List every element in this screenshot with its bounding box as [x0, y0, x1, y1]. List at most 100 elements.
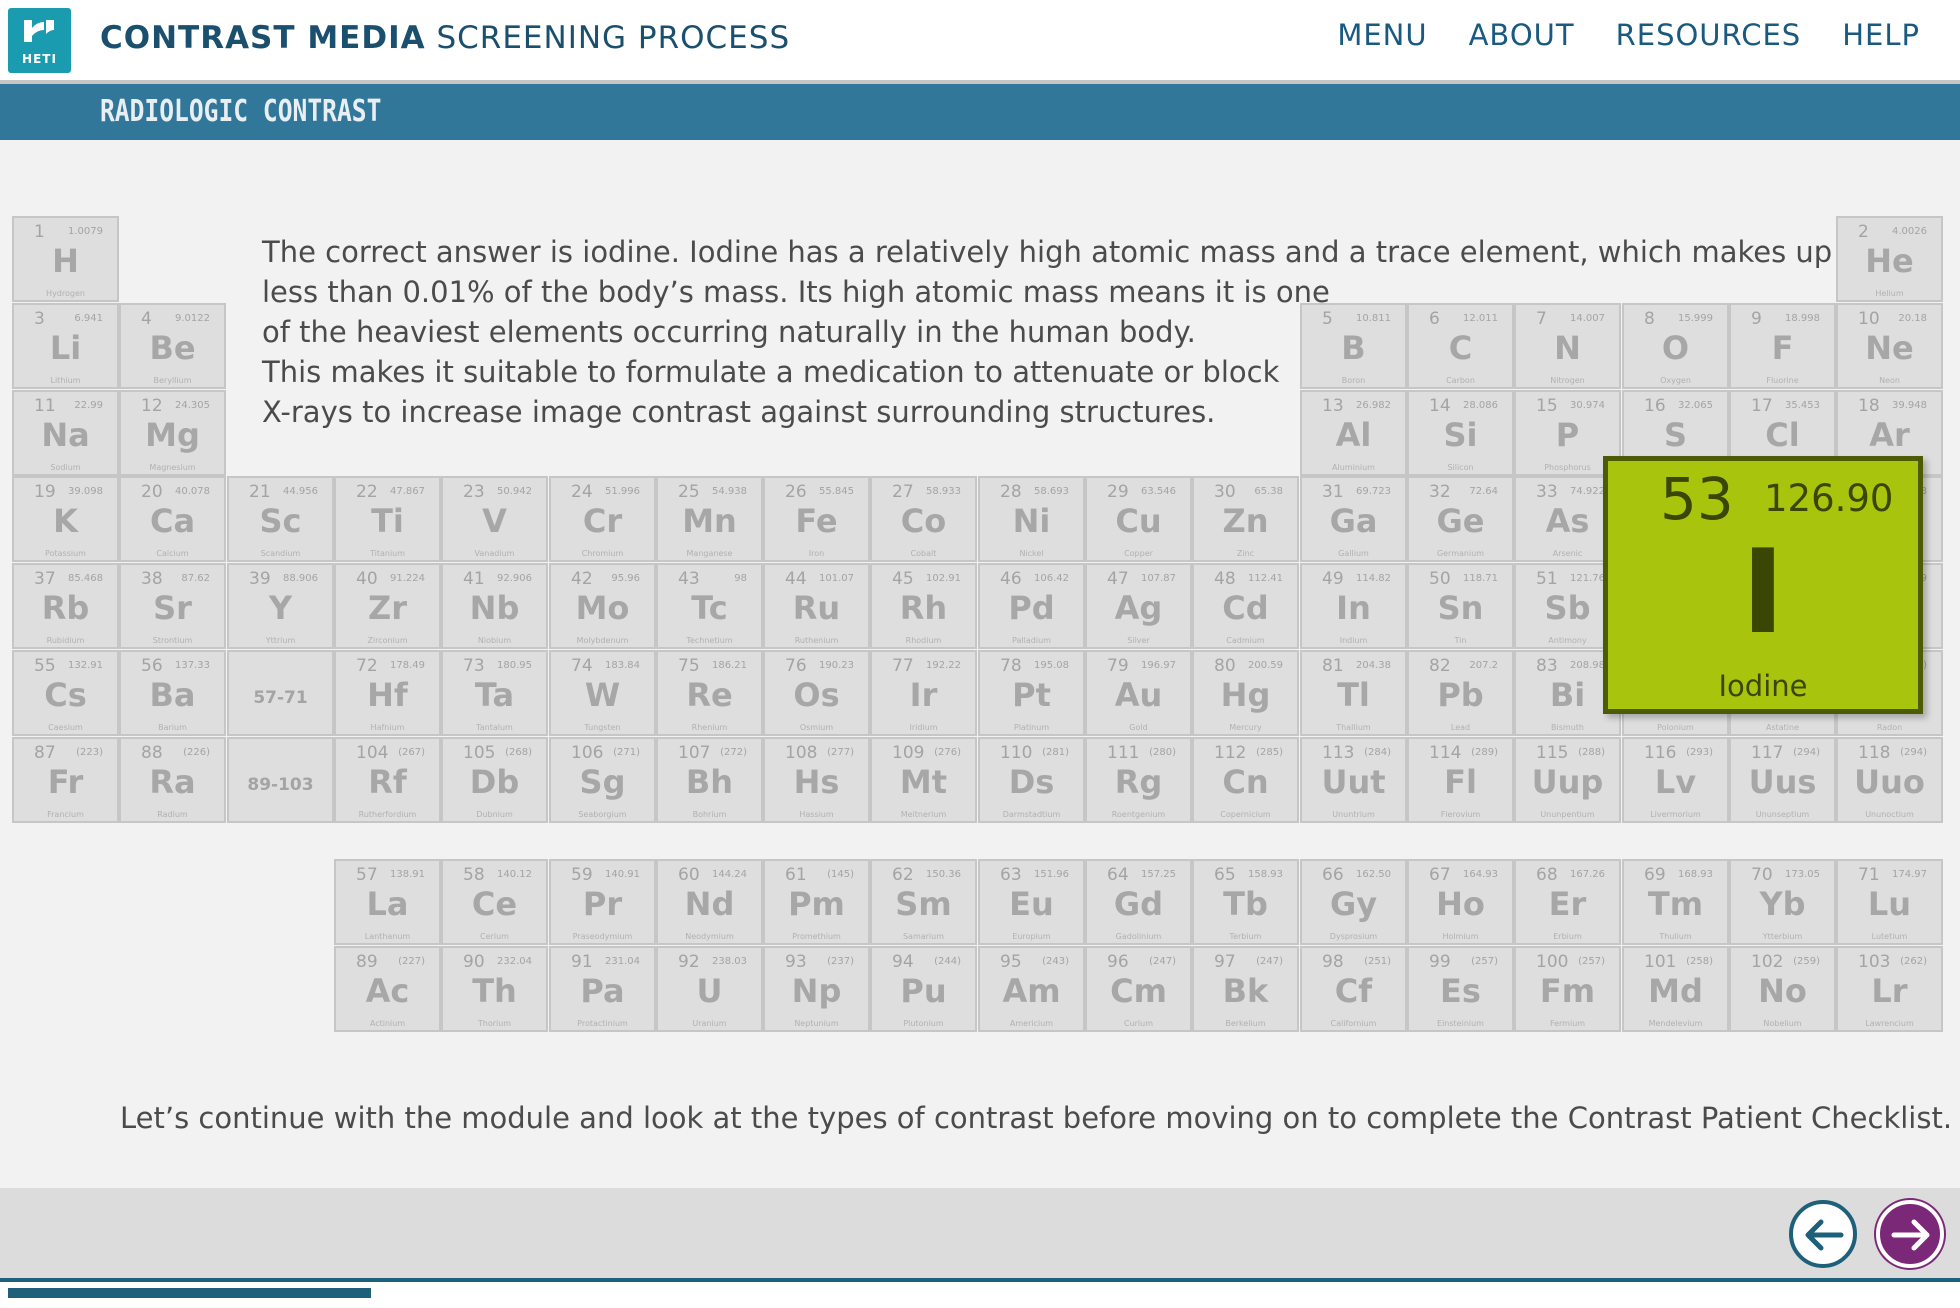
- element-cell-hs: 108 (277) Hs Hassium: [763, 737, 870, 823]
- element-mass: 54.938: [712, 486, 747, 497]
- element-number: 42: [571, 569, 593, 589]
- element-number: 24: [571, 482, 593, 502]
- element-number: 72: [356, 656, 378, 676]
- element-number: 21: [249, 482, 271, 502]
- element-number: 48: [1214, 569, 1236, 589]
- element-cell-os: 76 190.23 Os Osmium: [763, 650, 870, 736]
- element-cell-sc: 21 44.956 Sc Scandium: [227, 476, 334, 562]
- element-number: 61: [785, 865, 807, 885]
- element-number: 38: [141, 569, 163, 589]
- element-number: 113: [1322, 743, 1355, 763]
- element-name: Osmium: [799, 723, 834, 732]
- element-name: Tungsten: [584, 723, 621, 732]
- element-symbol: Ca: [149, 502, 196, 540]
- element-mass: 22.99: [74, 400, 103, 411]
- element-cell-am: 95 (243) Am Americium: [978, 946, 1085, 1032]
- element-name: Gallium: [1338, 549, 1369, 558]
- element-number: 115: [1536, 743, 1569, 763]
- element-number: 108: [785, 743, 818, 763]
- element-name: Magnesium: [149, 463, 196, 472]
- element-mass: (289): [1471, 747, 1498, 758]
- element-cell-ta: 73 180.95 Ta Tantalum: [441, 650, 548, 736]
- element-mass: (262): [1900, 956, 1927, 967]
- element-cell-rh: 45 102.91 Rh Rhodium: [870, 563, 977, 649]
- element-symbol: Mt: [899, 763, 948, 801]
- element-mass: 150.36: [926, 869, 961, 880]
- element-cell-mo: 42 95.96 Mo Molybdenum: [549, 563, 656, 649]
- element-number: 92: [678, 952, 700, 972]
- element-number: 49: [1322, 569, 1344, 589]
- element-cell-np: 93 (237) Np Neptunium: [763, 946, 870, 1032]
- element-number: 83: [1536, 656, 1558, 676]
- element-cell-sn: 50 118.71 Sn Tin: [1407, 563, 1514, 649]
- element-name: Gold: [1129, 723, 1148, 732]
- explanation-line: of the heaviest elements occurring natur…: [262, 315, 1196, 349]
- element-name: Ruthenium: [794, 636, 839, 645]
- element-mass: 121.76: [1570, 573, 1605, 584]
- back-button[interactable]: [1789, 1200, 1857, 1268]
- element-mass: 20.18: [1898, 313, 1927, 324]
- element-cell-fr: 87 (223) Fr Francium: [12, 737, 119, 823]
- element-name: Actinium: [369, 1019, 406, 1028]
- element-number: 10: [1858, 309, 1880, 329]
- element-name: Rhenium: [691, 723, 728, 732]
- element-name: Lanthanum: [364, 932, 411, 941]
- element-name: Fermium: [1549, 1019, 1586, 1028]
- element-symbol: W: [584, 676, 621, 714]
- element-cell-fl: 114 (289) Fl Flerovium: [1407, 737, 1514, 823]
- element-name: Lead: [1450, 723, 1471, 732]
- element-cell-ce: 58 140.12 Ce Cerium: [441, 859, 548, 945]
- element-cell-u: 92 238.03 U Uranium: [656, 946, 763, 1032]
- arrow-right-icon: [1891, 1219, 1930, 1251]
- element-number: 12: [141, 396, 163, 416]
- element-name: Mendelevium: [1648, 1019, 1703, 1028]
- element-cell-w: 74 183.84 W Tungsten: [549, 650, 656, 736]
- element-mass: 200.59: [1248, 660, 1283, 671]
- element-mass: 24.305: [175, 400, 210, 411]
- iodine-mass: 126.90: [1764, 477, 1894, 520]
- element-mass: 162.50: [1356, 869, 1391, 880]
- element-symbol: H: [52, 242, 79, 280]
- element-number: 96: [1107, 952, 1129, 972]
- element-mass: 55.845: [819, 486, 854, 497]
- element-mass: 231.04: [605, 956, 640, 967]
- element-symbol: Th: [472, 972, 517, 1010]
- element-symbol: Hg: [1220, 676, 1271, 714]
- next-button[interactable]: [1876, 1200, 1944, 1268]
- element-cell-re: 75 186.21 Re Rhenium: [656, 650, 763, 736]
- element-number: 17: [1751, 396, 1773, 416]
- element-symbol: Fm: [1539, 972, 1596, 1010]
- element-number: 99: [1429, 952, 1451, 972]
- element-mass: (259): [1793, 956, 1820, 967]
- element-mass: 178.49: [390, 660, 425, 671]
- element-symbol: Gd: [1113, 885, 1164, 923]
- element-symbol: Fr: [47, 763, 84, 801]
- element-symbol: Rg: [1114, 763, 1163, 801]
- element-name: Nobelium: [1763, 1019, 1802, 1028]
- element-cell-lu: 71 174.97 Lu Lutetium: [1836, 859, 1943, 945]
- element-name: Manganese: [686, 549, 733, 558]
- element-mass: (281): [1042, 747, 1069, 758]
- element-cell-eu: 63 151.96 Eu Europium: [978, 859, 1085, 945]
- element-cell-yb: 70 173.05 Yb Ytterbium: [1729, 859, 1836, 945]
- element-symbol: Uus: [1748, 763, 1817, 801]
- element-symbol: Cr: [582, 502, 623, 540]
- element-name: Protactinium: [577, 1019, 628, 1028]
- element-number: 1: [34, 222, 45, 242]
- element-name: Aluminium: [1332, 463, 1375, 472]
- element-symbol: Ag: [1114, 589, 1163, 627]
- element-symbol: Bk: [1222, 972, 1269, 1010]
- element-name: Berkelium: [1225, 1019, 1266, 1028]
- element-mass: (257): [1471, 956, 1498, 967]
- element-cell-er: 68 167.26 Er Erbium: [1514, 859, 1621, 945]
- element-symbol: U: [696, 972, 723, 1010]
- element-mass: 167.26: [1570, 869, 1605, 880]
- element-name: Ytterbium: [1762, 932, 1803, 941]
- element-cell-uup: 115 (288) Uup Ununpentium: [1514, 737, 1621, 823]
- element-symbol: Os: [793, 676, 840, 714]
- explanation-text: The correct answer is iodine. Iodine has…: [262, 232, 1832, 432]
- element-cell-cu: 29 63.546 Cu Copper: [1085, 476, 1192, 562]
- element-cell-ru: 44 101.07 Ru Ruthenium: [763, 563, 870, 649]
- element-symbol: Ni: [1012, 502, 1051, 540]
- element-cell-md: 101 (258) Md Mendelevium: [1622, 946, 1729, 1032]
